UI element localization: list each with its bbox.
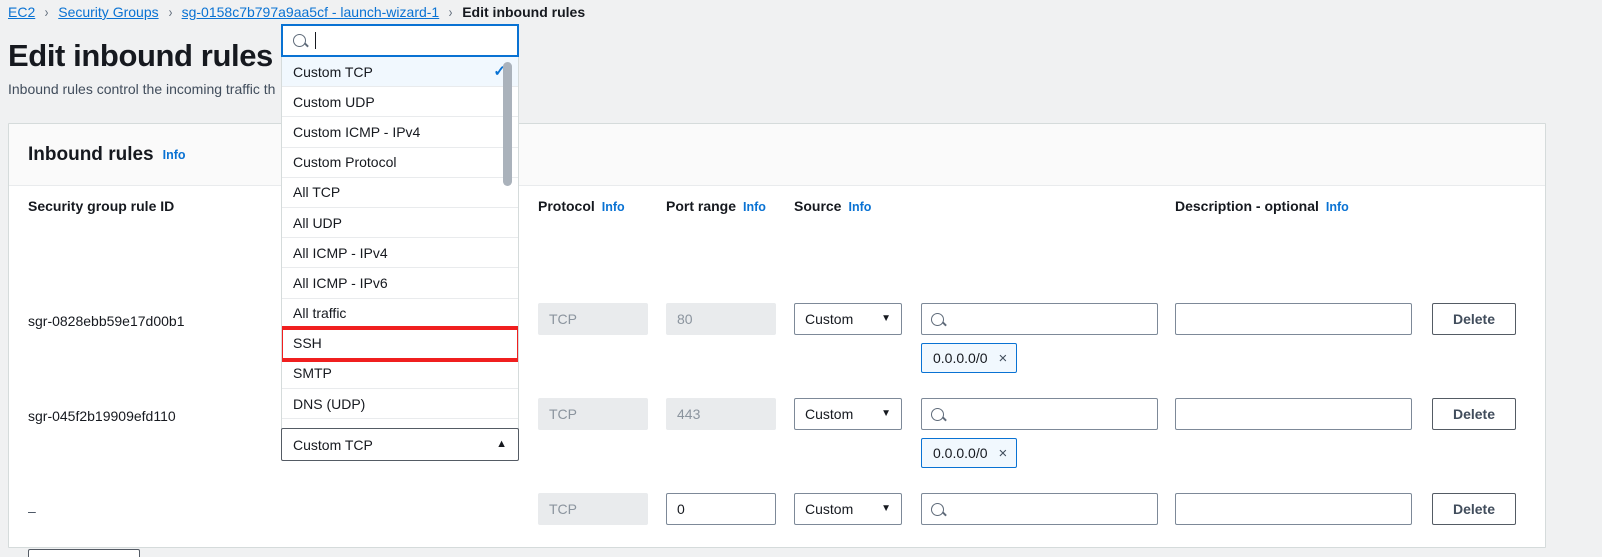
dropdown-option-list[interactable]: Custom TCP ✓ Custom UDP Custom ICMP - IP… [281,57,519,452]
column-header-rule-id: Security group rule ID [28,198,174,214]
dropdown-search-input[interactable] [281,24,519,57]
rule-id-value: sgr-0828ebb59e17d00b1 [28,313,185,329]
dropdown-option-label: Custom TCP [293,63,373,80]
source-type-value: Custom [805,406,854,422]
dropdown-option-ssh[interactable]: SSH [282,325,518,362]
dropdown-option-custom-tcp[interactable]: Custom TCP ✓ [282,57,518,88]
dropdown-option-smtp[interactable]: SMTP [282,358,518,390]
column-header-protocol: Protocol Info [538,198,625,214]
protocol-field: TCP [538,493,648,525]
description-input[interactable] [1175,493,1412,525]
description-input[interactable] [1175,303,1412,335]
column-header-label: Port range [666,198,737,214]
column-header-label: Security group rule ID [28,198,175,214]
table-row: – TCP 0 Custom ▼ Delete [9,431,1545,526]
edit-inbound-rules-page: EC2 › Security Groups › sg-0158c7b797a9a… [0,0,1602,557]
delete-rule-button[interactable]: Delete [1432,398,1516,430]
rule-id-value: sgr-045f2b19909efd110 [28,408,176,424]
source-type-select[interactable]: Custom ▼ [794,398,902,430]
column-header-description: Description - optional Info [1175,198,1349,214]
table-column-headers: Security group rule ID Protocol Info Por… [9,186,1545,226]
source-type-select[interactable]: Custom ▼ [794,303,902,335]
source-type-select[interactable]: Custom ▼ [794,493,902,525]
source-info-link[interactable]: Info [848,200,871,214]
protocol-type-dropdown: Custom TCP ✓ Custom UDP Custom ICMP - IP… [281,24,519,461]
protocol-type-select-trigger[interactable]: Custom TCP ▲ [281,428,519,461]
port-range-info-link[interactable]: Info [743,200,766,214]
column-header-label: Source [794,198,842,214]
breadcrumb-item-current: Edit inbound rules [462,4,586,20]
description-input[interactable] [1175,398,1412,430]
panel-title: Inbound rules [28,143,154,165]
dropdown-option-custom-udp[interactable]: Custom UDP [282,87,518,118]
dropdown-option-label: Custom ICMP - IPv4 [293,123,421,140]
dropdown-option-label: All TCP [293,184,341,201]
search-icon [293,34,306,47]
dropdown-option-label: SSH [293,335,322,352]
delete-rule-button[interactable]: Delete [1432,493,1516,525]
table-row: sgr-0828ebb59e17d00b1 TCP 80 Custom ▼ 0.… [9,241,1545,373]
chevron-down-icon: ▼ [881,313,891,324]
inbound-rules-container: Inbound rules Info Security group rule I… [8,123,1546,557]
panel-header: Inbound rules Info [9,124,1545,186]
breadcrumb: EC2 › Security Groups › sg-0158c7b797a9a… [8,2,585,22]
table-row: sgr-045f2b19909efd110 TCP 443 Custom ▼ 0… [9,336,1545,468]
source-search-input[interactable] [921,493,1158,525]
rule-id-value: – [28,503,36,519]
dropdown-option-all-icmp-ipv4[interactable]: All ICMP - IPv4 [282,238,518,269]
add-rule-button[interactable]: Add rule [28,549,140,557]
source-search-input[interactable] [921,398,1158,430]
dropdown-option-all-traffic[interactable]: All traffic [282,298,518,329]
protocol-info-link[interactable]: Info [602,200,625,214]
dropdown-option-label: Custom Protocol [293,154,397,171]
breadcrumb-separator-icon: › [448,3,453,21]
dropdown-option-label: All ICMP - IPv6 [293,274,388,291]
column-header-port-range: Port range Info [666,198,766,214]
protocol-field: TCP [538,303,648,335]
source-type-value: Custom [805,311,854,327]
search-icon [931,502,944,516]
dropdown-option-label: All traffic [293,305,347,322]
dropdown-option-label: DNS (UDP) [293,395,366,412]
breadcrumb-item-security-groups[interactable]: Security Groups [58,4,158,20]
chevron-down-icon: ▼ [881,503,891,514]
protocol-type-selected-value: Custom TCP [293,436,373,453]
column-header-label: Description - optional [1175,198,1319,214]
breadcrumb-item-ec2[interactable]: EC2 [8,4,35,20]
source-type-value: Custom [805,501,854,517]
dropdown-option-label: All ICMP - IPv4 [293,244,388,261]
panel-info-link[interactable]: Info [163,148,186,162]
chevron-down-icon: ▼ [881,408,891,419]
page-title: Edit inbound rules [8,38,273,73]
port-range-input[interactable]: 0 [666,493,776,525]
dropdown-option-label: SMTP [293,365,332,382]
port-range-field: 443 [666,398,776,430]
dropdown-option-all-udp[interactable]: All UDP [282,207,518,239]
breadcrumb-item-security-group-id[interactable]: sg-0158c7b797a9aa5cf - launch-wizard-1 [182,4,440,20]
dropdown-option-label: Custom UDP [293,93,375,110]
page-description: Inbound rules control the incoming traff… [8,81,276,97]
dropdown-scrollbar-track[interactable] [503,60,515,449]
description-info-link[interactable]: Info [1326,200,1349,214]
breadcrumb-separator-icon: › [44,3,49,21]
delete-rule-button[interactable]: Delete [1432,303,1516,335]
protocol-field: TCP [538,398,648,430]
dropdown-option-custom-protocol[interactable]: Custom Protocol [282,147,518,178]
search-icon [931,407,944,421]
source-search-input[interactable] [921,303,1158,335]
text-cursor [315,32,316,49]
search-icon [931,312,944,326]
dropdown-option-label: All UDP [293,214,343,231]
dropdown-option-dns-udp[interactable]: DNS (UDP) [282,389,518,420]
dropdown-option-custom-icmp-ipv4[interactable]: Custom ICMP - IPv4 [282,117,518,148]
chevron-up-icon: ▲ [496,438,507,450]
breadcrumb-separator-icon: › [168,3,172,21]
dropdown-option-all-tcp[interactable]: All TCP [282,177,518,208]
page-header: Edit inbound rules Info [8,38,305,74]
column-header-source: Source Info [794,198,871,214]
dropdown-scrollbar-thumb[interactable] [503,62,512,186]
dropdown-option-all-icmp-ipv6[interactable]: All ICMP - IPv6 [282,268,518,299]
port-range-field: 80 [666,303,776,335]
column-header-label: Protocol [538,198,595,214]
